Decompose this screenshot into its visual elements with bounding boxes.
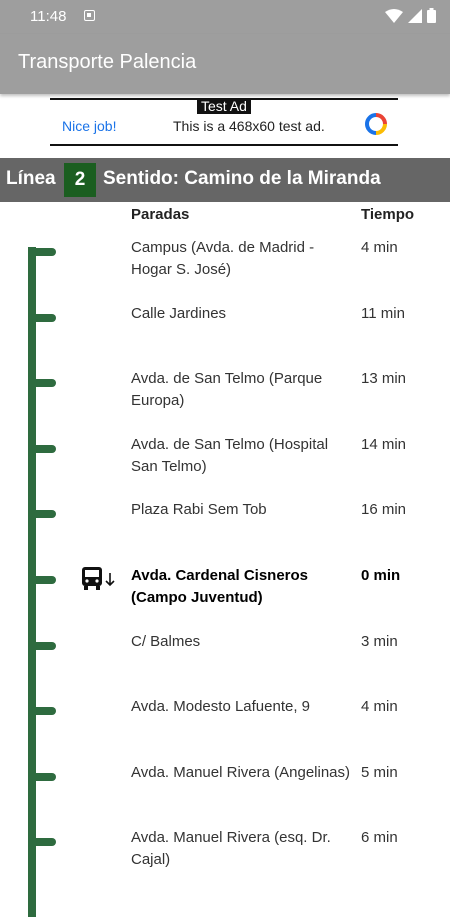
bus-icon [82,567,115,590]
ad-nice-text: Nice job! [62,118,117,134]
stop-tick [28,773,56,781]
stop-time: 0 min [361,567,401,584]
column-header-stops: Paradas [131,206,190,223]
stop-time: 5 min [361,764,398,781]
stop-tick [28,510,56,518]
stop-name[interactable]: Avda. Cardenal Cisneros (Campo Juventud) [131,565,351,609]
stop-name[interactable]: Avda. de San Telmo (Hospital San Telmo) [131,434,351,478]
app-title: Transporte Palencia [18,51,197,73]
app-bar: Transporte Palencia [0,34,450,94]
column-header-time: Tiempo [361,206,415,223]
status-bar: 11:48 [0,0,450,34]
line-number-badge: 2 [64,163,96,197]
stop-tick [28,379,56,387]
stop-time: 13 min [361,370,407,387]
stop-tick [28,314,56,322]
stop-time: 4 min [361,698,398,715]
wifi-icon [385,8,403,23]
stop-time: 3 min [361,633,398,650]
stop-tick [28,642,56,650]
stop-time: 14 min [361,436,407,453]
ad-badge: Test Ad [197,98,251,114]
stop-name[interactable]: Calle Jardines [131,303,351,325]
stop-tick [28,576,56,584]
stop-time: 4 min [361,239,398,256]
stop-name[interactable]: C/ Balmes [131,631,351,653]
stop-tick [28,707,56,715]
status-time: 11:48 [30,8,67,25]
stop-time: 16 min [361,501,407,518]
stop-tick [28,838,56,846]
stop-name[interactable]: Avda. Manuel Rivera (Angelinas) [131,762,351,784]
system-icons [385,8,436,23]
line-direction: Sentido: Camino de la Miranda [103,168,381,189]
line-header: Línea 2 Sentido: Camino de la Miranda [0,158,450,202]
stop-name[interactable]: Campus (Avda. de Madrid - Hogar S. José) [131,237,351,281]
battery-icon [427,8,436,23]
ad-logo-icon [365,113,387,135]
stop-tick [28,445,56,453]
stop-time: 6 min [361,829,398,846]
notification-icon [84,10,95,21]
ad-message: This is a 468x60 test ad. [173,118,325,134]
signal-icon [408,8,422,23]
stop-name[interactable]: Avda. de San Telmo (Parque Europa) [131,368,351,412]
stop-name[interactable]: Plaza Rabi Sem Tob [131,499,351,521]
test-ad-banner[interactable]: Test Ad Nice job! This is a 468x60 test … [50,98,398,146]
stop-time: 11 min [361,305,405,322]
line-label: Línea [6,168,56,189]
stop-name[interactable]: Avda. Manuel Rivera (esq. Dr. Cajal) [131,827,351,871]
stop-tick [28,248,56,256]
stop-name[interactable]: Avda. Modesto Lafuente, 9 [131,696,351,718]
